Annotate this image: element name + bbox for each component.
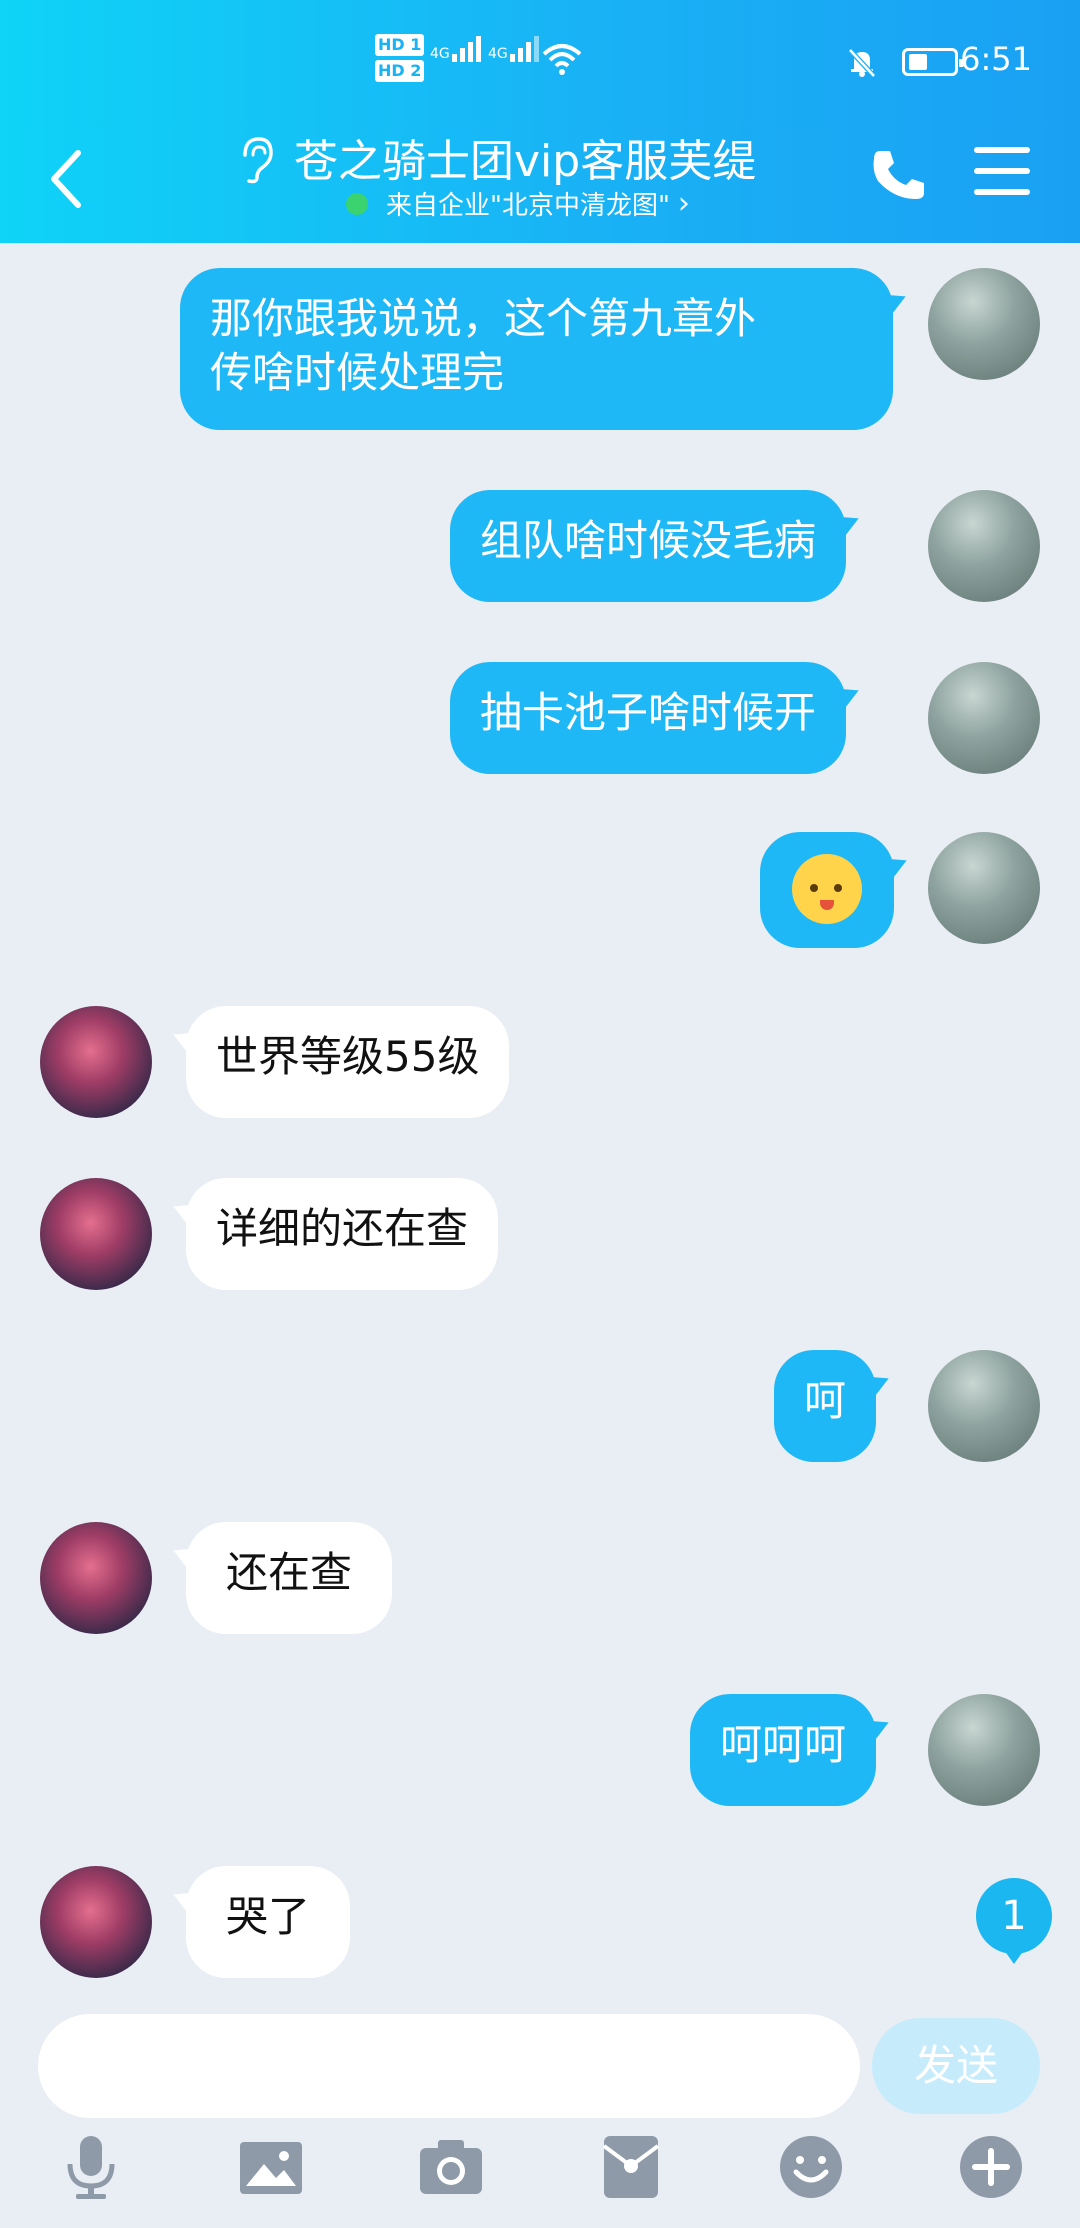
hd2-badge: HD 2 [375, 60, 425, 82]
title-bar: 苍之骑士团vip客服芙缇 来自企业"北京中清龙图" › [0, 125, 1080, 235]
agent-avatar[interactable] [40, 1178, 152, 1290]
my-avatar[interactable] [928, 1350, 1040, 1462]
message-bubble-them[interactable]: 哭了 [186, 1866, 351, 1978]
sim-indicators: HD 1 HD 2 [375, 34, 425, 86]
status-time: 6:51 [960, 40, 1032, 78]
chevron-right-icon: › [677, 186, 690, 221]
agent-avatar[interactable] [40, 1866, 152, 1978]
red-packet-icon[interactable] [596, 2132, 666, 2202]
smiley-tongue-emoji [792, 854, 862, 924]
hd1-badge: HD 1 [375, 34, 425, 56]
battery-icon [902, 48, 964, 76]
agent-avatar[interactable] [40, 1006, 152, 1118]
wifi-icon [542, 44, 582, 75]
agent-avatar[interactable] [40, 1522, 152, 1634]
message-text: 抽卡池子啥时候开 [480, 688, 817, 737]
message-bubble-them[interactable]: 还在查 [186, 1522, 393, 1634]
menu-icon[interactable] [974, 147, 1030, 197]
mute-bell-icon [848, 48, 876, 78]
unread-badge[interactable]: 1 [976, 1878, 1052, 1964]
send-button[interactable]: 发送 [872, 2018, 1040, 2114]
emoji-icon[interactable] [776, 2132, 846, 2202]
signal-2-icon: 4G [488, 36, 539, 62]
company-subtitle[interactable]: 来自企业"北京中清龙图" › [346, 185, 690, 222]
message-input[interactable] [38, 2014, 860, 2118]
phone-call-icon[interactable] [868, 145, 928, 205]
my-avatar[interactable] [928, 490, 1040, 602]
company-label: 来自企业"北京中清龙图" [386, 191, 670, 221]
microphone-icon[interactable] [56, 2132, 126, 2202]
back-arrow-icon[interactable] [40, 143, 100, 213]
camera-icon[interactable] [416, 2132, 486, 2202]
message-bubble-me[interactable]: 呵呵呵 [690, 1694, 877, 1806]
input-toolbar [0, 2132, 1080, 2228]
my-avatar[interactable] [928, 1694, 1040, 1806]
message-text: 哭了 [226, 1892, 311, 1941]
message-text-line: 那你跟我说说，这个第九章外 [210, 294, 757, 343]
message-text: 详细的还在查 [216, 1204, 469, 1253]
signal-1-icon: 4G [430, 36, 481, 62]
message-bubble-them[interactable]: 详细的还在查 [186, 1178, 499, 1290]
message-bubble-me[interactable]: 组队啥时候没毛病 [450, 490, 847, 602]
message-text-line: 传啥时候处理完 [210, 348, 505, 397]
net2-label: 4G [488, 46, 508, 62]
message-text: 呵 [804, 1376, 847, 1425]
message-text: 组队啥时候没毛病 [480, 516, 817, 565]
image-icon[interactable] [236, 2132, 306, 2202]
message-text: 世界等级55级 [216, 1032, 480, 1081]
my-avatar[interactable] [928, 268, 1040, 380]
my-avatar[interactable] [928, 832, 1040, 944]
ear-icon [243, 137, 273, 184]
input-bar: 发送 [0, 1990, 1080, 2228]
message-text: 还在查 [226, 1548, 353, 1597]
my-avatar[interactable] [928, 662, 1040, 774]
message-bubble-me[interactable]: 抽卡池子啥时候开 [450, 662, 847, 774]
online-dot [346, 192, 368, 215]
chat-title: 苍之骑士团vip客服芙缇 [294, 136, 757, 187]
status-bar: HD 1 HD 2 4G 4G 6:51 [0, 0, 1080, 128]
message-bubble-me[interactable]: 那你跟我说说，这个第九章外 传啥时候处理完 [180, 268, 893, 430]
net1-label: 4G [430, 46, 450, 62]
message-bubble-me[interactable] [760, 832, 894, 948]
chat-header: HD 1 HD 2 4G 4G 6:51 苍之骑士团vip客服芙缇 来自企业"北… [0, 0, 1080, 243]
message-bubble-them[interactable]: 世界等级55级 [186, 1006, 510, 1118]
plus-icon[interactable] [956, 2132, 1026, 2202]
message-bubble-me[interactable]: 呵 [774, 1350, 877, 1462]
message-text: 呵呵呵 [720, 1720, 847, 1769]
